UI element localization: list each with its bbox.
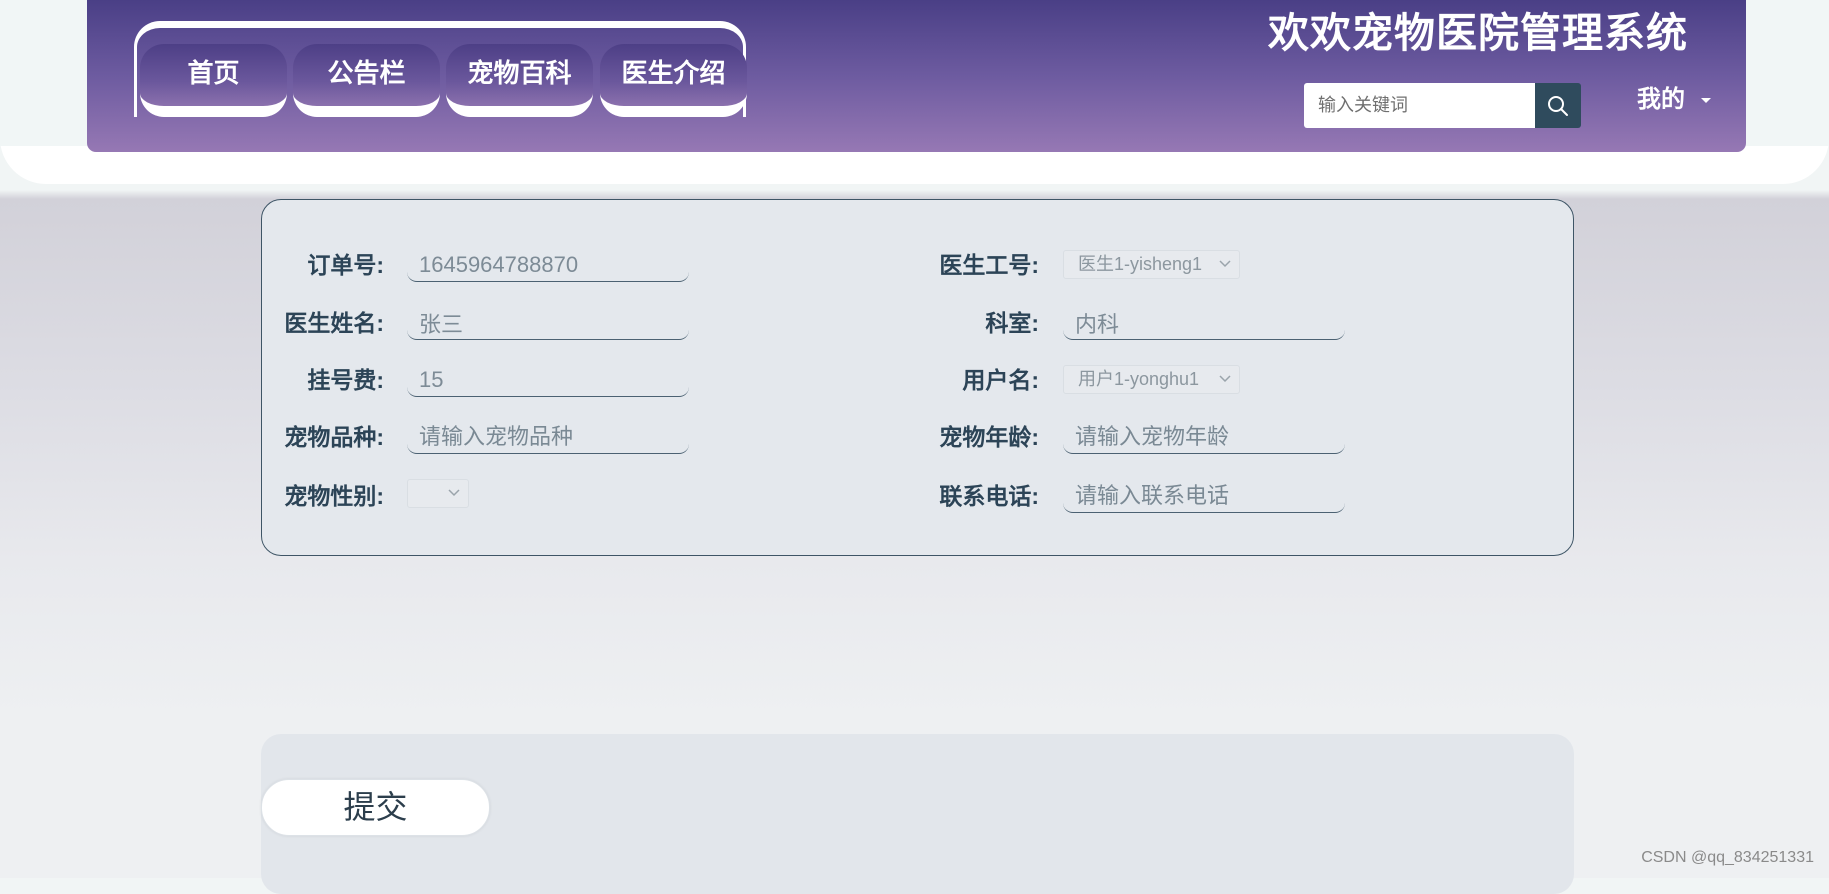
department-field[interactable]: [1063, 306, 1345, 340]
nav-pet-encyclopedia[interactable]: 宠物百科: [446, 44, 593, 117]
submit-button[interactable]: 提交: [261, 779, 490, 836]
pet-gender-select[interactable]: [407, 479, 469, 508]
username-label: 用户名:: [962, 367, 1039, 393]
site-title: 欢欢宠物医院管理系统: [1268, 10, 1688, 56]
username-selected-value: 用户1-yonghu1: [1078, 369, 1200, 389]
chevron-down-icon: [448, 489, 460, 497]
doctor-id-select[interactable]: 医生1-yisheng1: [1063, 250, 1240, 279]
doctor-id-label: 医生工号:: [939, 252, 1039, 278]
fee-field[interactable]: [407, 363, 689, 397]
pet-breed-label: 宠物品种:: [284, 424, 384, 450]
pet-breed-field[interactable]: [407, 420, 689, 454]
fee-label: 挂号费:: [307, 367, 384, 393]
phone-field[interactable]: [1063, 479, 1345, 513]
search-input[interactable]: [1304, 83, 1535, 128]
search-icon: [1548, 95, 1568, 116]
nav-doctor-intro[interactable]: 医生介绍: [600, 44, 747, 117]
user-menu[interactable]: 我的: [1637, 85, 1711, 115]
doctor-name-field[interactable]: [407, 306, 689, 340]
main-nav: 首页 公告栏 宠物百科 医生介绍: [134, 21, 747, 117]
watermark: CSDN @qq_834251331: [1641, 849, 1814, 866]
chevron-down-icon: [1219, 260, 1231, 268]
user-menu-label: 我的: [1637, 86, 1685, 113]
registration-form: 订单号: 医生工号: 医生1-yisheng1 医生姓名: 科室: 挂号费: 用…: [261, 199, 1574, 556]
department-label: 科室:: [985, 310, 1039, 336]
search-button[interactable]: [1535, 83, 1581, 128]
caret-down-icon: [1701, 98, 1711, 104]
doctor-id-selected-value: 医生1-yisheng1: [1078, 254, 1203, 274]
pet-age-field[interactable]: [1063, 420, 1345, 454]
order-no-label: 订单号:: [307, 252, 384, 278]
pet-age-label: 宠物年龄:: [939, 424, 1039, 450]
doctor-name-label: 医生姓名:: [284, 310, 384, 336]
phone-label: 联系电话:: [939, 483, 1039, 509]
pet-gender-label: 宠物性别:: [284, 483, 384, 509]
order-no-field[interactable]: [407, 248, 689, 282]
header: 首页 公告栏 宠物百科 医生介绍 欢欢宠物医院管理系统 我的: [87, 0, 1746, 152]
username-select[interactable]: 用户1-yonghu1: [1063, 365, 1240, 394]
nav-notice-board[interactable]: 公告栏: [293, 44, 440, 117]
chevron-down-icon: [1219, 375, 1231, 383]
nav-home[interactable]: 首页: [140, 44, 287, 117]
